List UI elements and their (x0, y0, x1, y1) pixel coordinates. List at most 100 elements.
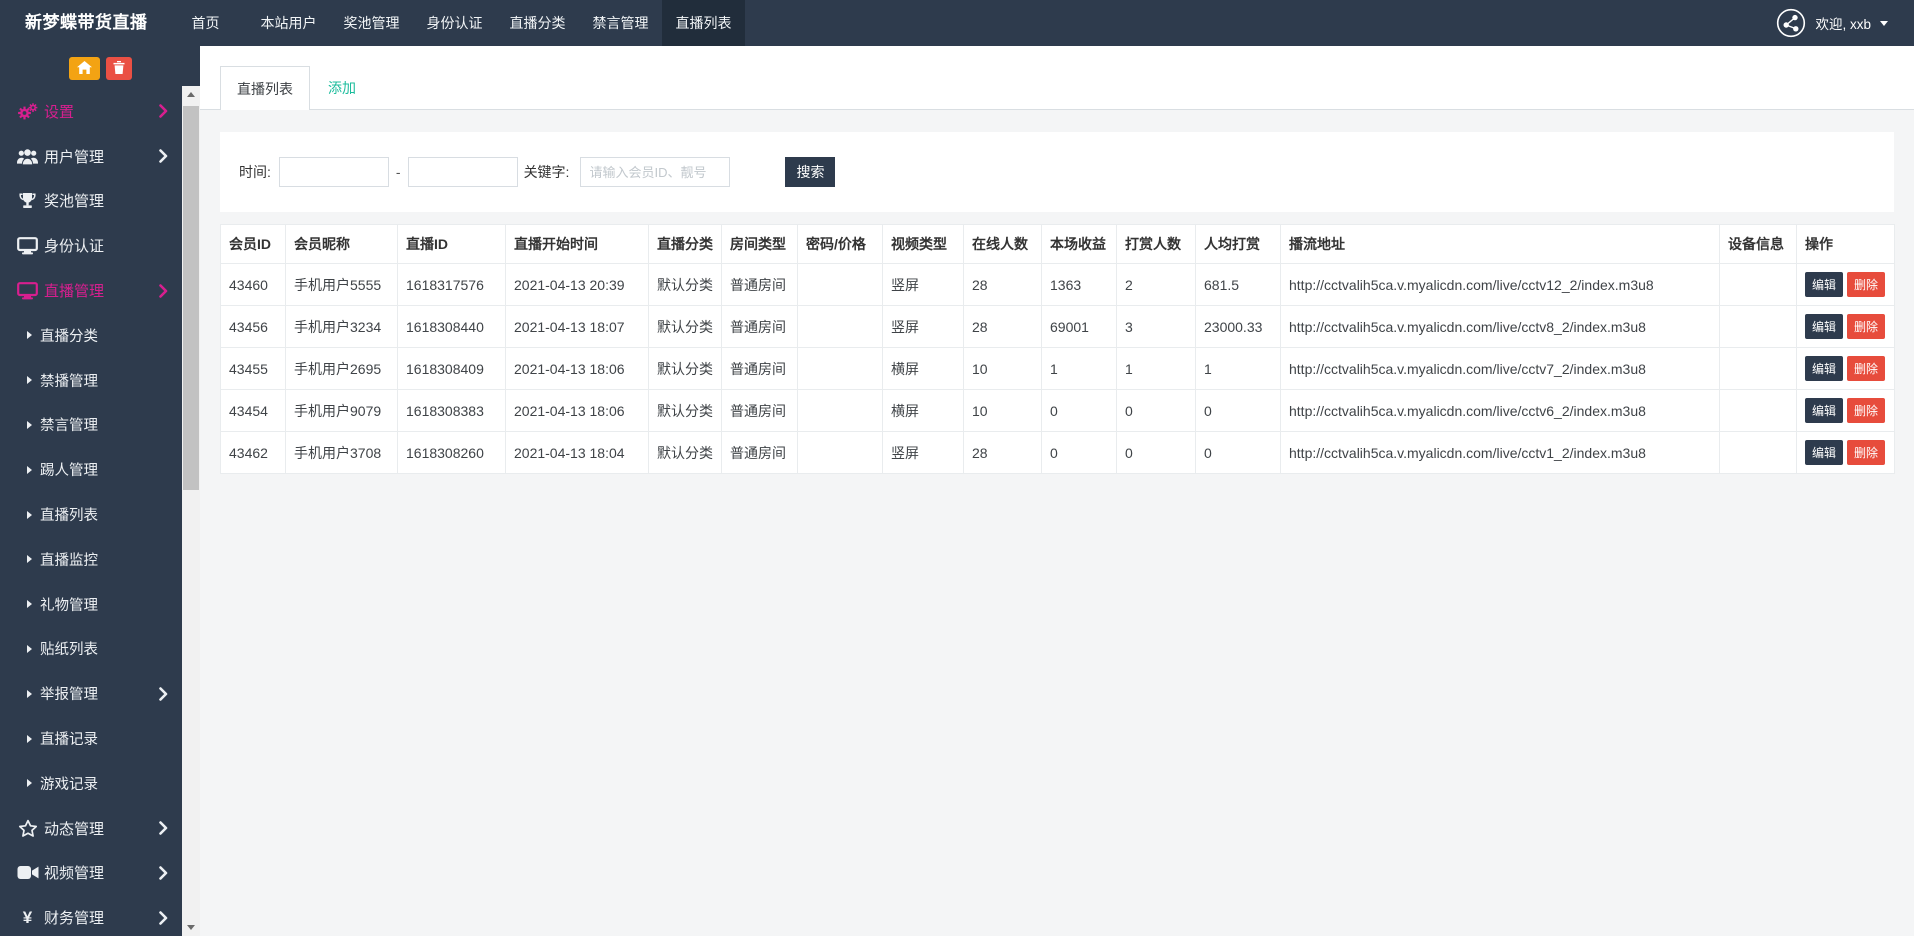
range-separator: - (396, 164, 401, 180)
nav-item-4[interactable]: 直播分类 (496, 0, 579, 46)
sidebar-subitem-15[interactable]: 游戏记录 (0, 761, 182, 806)
submenu-arrow-icon (27, 466, 32, 474)
sidebar-item-2[interactable]: 奖池管理 (0, 179, 182, 224)
top-navbar: 新梦蝶带货直播 首页本站用户奖池管理身份认证直播分类禁言管理直播列表 欢迎, x… (0, 0, 1914, 46)
sidebar-subitem-7[interactable]: 禁言管理 (0, 403, 182, 448)
table-cell: 竖屏 (883, 306, 964, 348)
keyword-label: 关键字: (524, 162, 570, 182)
trash-button[interactable] (106, 57, 132, 80)
sidebar-item-4[interactable]: 直播管理 (0, 268, 182, 313)
brand-title[interactable]: 新梦蝶带货直播 (0, 0, 164, 46)
table-cell: 23000.33 (1196, 306, 1281, 348)
table-cell: 10 (964, 348, 1042, 390)
monitor-icon (14, 237, 41, 255)
home-icon (77, 61, 92, 77)
menu-label: 视频管理 (44, 862, 104, 883)
table-cell: 横屏 (883, 348, 964, 390)
sidebar: 设置用户管理奖池管理身份认证直播管理直播分类禁播管理禁言管理踢人管理直播列表直播… (0, 46, 200, 936)
edit-button[interactable]: 编辑 (1805, 314, 1843, 339)
nav-item-5[interactable]: 禁言管理 (579, 0, 662, 46)
table-cell: 0 (1042, 390, 1117, 432)
sidebar-subitem-14[interactable]: 直播记录 (0, 716, 182, 761)
table-cell (1720, 348, 1797, 390)
table-cell: 43460 (221, 264, 286, 306)
welcome-text[interactable]: 欢迎, xxb (1815, 13, 1871, 33)
sidebar-item-17[interactable]: 视频管理 (0, 851, 182, 896)
delete-button[interactable]: 删除 (1847, 440, 1885, 465)
sidebar-item-1[interactable]: 用户管理 (0, 134, 182, 179)
column-header-12: 播流地址 (1281, 225, 1720, 264)
sidebar-subitem-12[interactable]: 贴纸列表 (0, 627, 182, 672)
table-cell (798, 432, 883, 474)
sidebar-item-18[interactable]: ¥财务管理 (0, 895, 182, 936)
table-cell: 0 (1117, 390, 1196, 432)
table-cell: 28 (964, 264, 1042, 306)
column-header-1: 会员昵称 (286, 225, 398, 264)
sidebar-subitem-10[interactable]: 直播监控 (0, 537, 182, 582)
monitor-icon (14, 282, 41, 300)
table-cell: 普通房间 (722, 306, 798, 348)
delete-button[interactable]: 删除 (1847, 272, 1885, 297)
nav-item-2[interactable]: 奖池管理 (330, 0, 413, 46)
table-cell: 43455 (221, 348, 286, 390)
sidebar-subitem-5[interactable]: 直播分类 (0, 313, 182, 358)
sidebar-subitem-13[interactable]: 举报管理 (0, 671, 182, 716)
sidebar-subitem-11[interactable]: 礼物管理 (0, 582, 182, 627)
sidebar-scrollbar (182, 86, 200, 936)
scroll-down-button[interactable] (182, 919, 200, 936)
submenu-arrow-icon (27, 555, 32, 563)
chevron-right-icon (159, 911, 168, 925)
table-cell: 2021-04-13 18:06 (506, 348, 649, 390)
tab-bar: 直播列表添加 (200, 46, 1914, 110)
table-cell: http://cctvalih5ca.v.myalicdn.com/live/c… (1281, 390, 1720, 432)
table-cell: 普通房间 (722, 348, 798, 390)
sidebar-subitem-6[interactable]: 禁播管理 (0, 358, 182, 403)
share-network-icon[interactable] (1776, 8, 1806, 38)
nav-item-0[interactable]: 首页 (164, 0, 247, 46)
keyword-input[interactable] (580, 157, 730, 187)
menu-label: 奖池管理 (44, 190, 104, 211)
scroll-up-button[interactable] (182, 86, 200, 103)
table-cell: 手机用户3708 (286, 432, 398, 474)
actions-cell: 编辑删除 (1797, 390, 1895, 432)
menu-label: 禁言管理 (40, 414, 98, 435)
table-cell: 2021-04-13 18:07 (506, 306, 649, 348)
delete-button[interactable]: 删除 (1847, 314, 1885, 339)
table-cell (1720, 306, 1797, 348)
table-cell: 1363 (1042, 264, 1117, 306)
sidebar-menu: 设置用户管理奖池管理身份认证直播管理直播分类禁播管理禁言管理踢人管理直播列表直播… (0, 89, 182, 936)
home-button[interactable] (69, 57, 100, 80)
edit-button[interactable]: 编辑 (1805, 356, 1843, 381)
nav-item-3[interactable]: 身份认证 (413, 0, 496, 46)
submenu-arrow-icon (27, 511, 32, 519)
sidebar-item-3[interactable]: 身份认证 (0, 223, 182, 268)
sidebar-item-0[interactable]: 设置 (0, 89, 182, 134)
delete-button[interactable]: 删除 (1847, 398, 1885, 423)
search-button[interactable]: 搜索 (785, 157, 835, 187)
table-cell: 1 (1042, 348, 1117, 390)
sidebar-item-16[interactable]: 动态管理 (0, 806, 182, 851)
sidebar-subitem-8[interactable]: 踢人管理 (0, 447, 182, 492)
sidebar-subitem-9[interactable]: 直播列表 (0, 492, 182, 537)
nav-item-1[interactable]: 本站用户 (247, 0, 330, 46)
time-from-input[interactable] (279, 157, 389, 187)
tab-0[interactable]: 直播列表 (220, 66, 310, 110)
table-body: 43460手机用户555516183175762021-04-13 20:39默… (221, 264, 1895, 474)
table-cell: 竖屏 (883, 432, 964, 474)
star-icon (14, 819, 41, 838)
video-icon (14, 865, 41, 880)
edit-button[interactable]: 编辑 (1805, 440, 1843, 465)
actions-cell: 编辑删除 (1797, 432, 1895, 474)
time-to-input[interactable] (408, 157, 518, 187)
nav-item-6[interactable]: 直播列表 (662, 0, 745, 46)
menu-label: 贴纸列表 (40, 638, 98, 659)
scrollbar-thumb[interactable] (183, 106, 199, 490)
yen-icon: ¥ (14, 908, 41, 928)
edit-button[interactable]: 编辑 (1805, 272, 1843, 297)
table-cell: 手机用户2695 (286, 348, 398, 390)
tab-1[interactable]: 添加 (313, 66, 371, 110)
filter-bar: 时间: - 关键字: 搜索 (220, 132, 1894, 212)
edit-button[interactable]: 编辑 (1805, 398, 1843, 423)
delete-button[interactable]: 删除 (1847, 356, 1885, 381)
caret-down-icon[interactable] (1880, 21, 1888, 26)
